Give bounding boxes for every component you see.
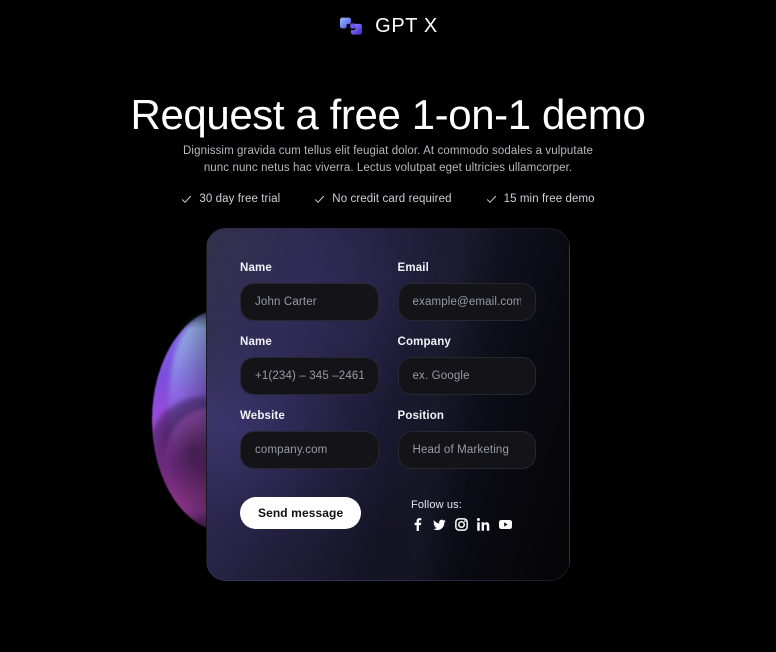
contact-form-card: Name Email Name Company Website bbox=[206, 228, 570, 581]
send-message-button[interactable]: Send message bbox=[240, 497, 362, 529]
feature-item: No credit card required bbox=[314, 193, 451, 205]
field-group-company: Company bbox=[397, 336, 536, 395]
name-input[interactable] bbox=[240, 283, 379, 321]
facebook-icon[interactable] bbox=[411, 518, 424, 531]
field-group-website: Website bbox=[240, 410, 379, 469]
field-group-phone: Name bbox=[240, 336, 379, 395]
instagram-icon[interactable] bbox=[455, 518, 468, 531]
field-label-position: Position bbox=[397, 410, 445, 422]
field-label-website: Website bbox=[240, 410, 285, 422]
check-icon bbox=[181, 194, 192, 205]
form-grid: Name Email Name Company Website bbox=[240, 262, 536, 469]
form-fields-area: Name Email Name Company Website bbox=[207, 229, 569, 469]
social-links-row bbox=[411, 518, 512, 531]
follow-us-label: Follow us: bbox=[411, 499, 463, 511]
field-group-email: Email bbox=[397, 262, 536, 321]
twitter-icon[interactable] bbox=[433, 518, 446, 531]
field-label-company: Company bbox=[397, 336, 451, 348]
brand-header: GPT X bbox=[0, 13, 776, 39]
gptx-logo-icon bbox=[338, 13, 364, 39]
feature-item: 15 min free demo bbox=[486, 193, 595, 205]
follow-us-block: Follow us: bbox=[411, 497, 512, 531]
check-icon bbox=[314, 194, 325, 205]
feature-label: 30 day free trial bbox=[199, 193, 281, 205]
brand-name: GPT X bbox=[375, 14, 438, 37]
field-label-email: Email bbox=[397, 262, 429, 274]
feature-list: 30 day free trial No credit card require… bbox=[0, 193, 776, 205]
field-label-name: Name bbox=[240, 262, 272, 274]
phone-input[interactable] bbox=[240, 357, 379, 395]
linkedin-icon[interactable] bbox=[477, 518, 490, 531]
page-title: Request a free 1-on-1 demo bbox=[130, 91, 646, 138]
check-icon bbox=[486, 194, 497, 205]
website-input[interactable] bbox=[240, 431, 379, 469]
field-group-name: Name bbox=[240, 262, 379, 321]
field-label-phone: Name bbox=[240, 336, 272, 348]
youtube-icon[interactable] bbox=[499, 518, 512, 531]
field-group-position: Position bbox=[397, 410, 536, 469]
feature-label: No credit card required bbox=[332, 193, 452, 205]
card-footer: Send message Follow us: bbox=[207, 497, 569, 531]
company-input[interactable] bbox=[397, 357, 536, 395]
page-subtitle: Dignissim gravida cum tellus elit feugia… bbox=[183, 145, 593, 174]
landing-page: GPT X Request a free 1-on-1 demo Digniss… bbox=[0, 0, 776, 652]
email-input[interactable] bbox=[397, 283, 536, 321]
feature-item: 30 day free trial bbox=[181, 193, 280, 205]
feature-label: 15 min free demo bbox=[503, 193, 595, 205]
position-input[interactable] bbox=[397, 431, 536, 469]
